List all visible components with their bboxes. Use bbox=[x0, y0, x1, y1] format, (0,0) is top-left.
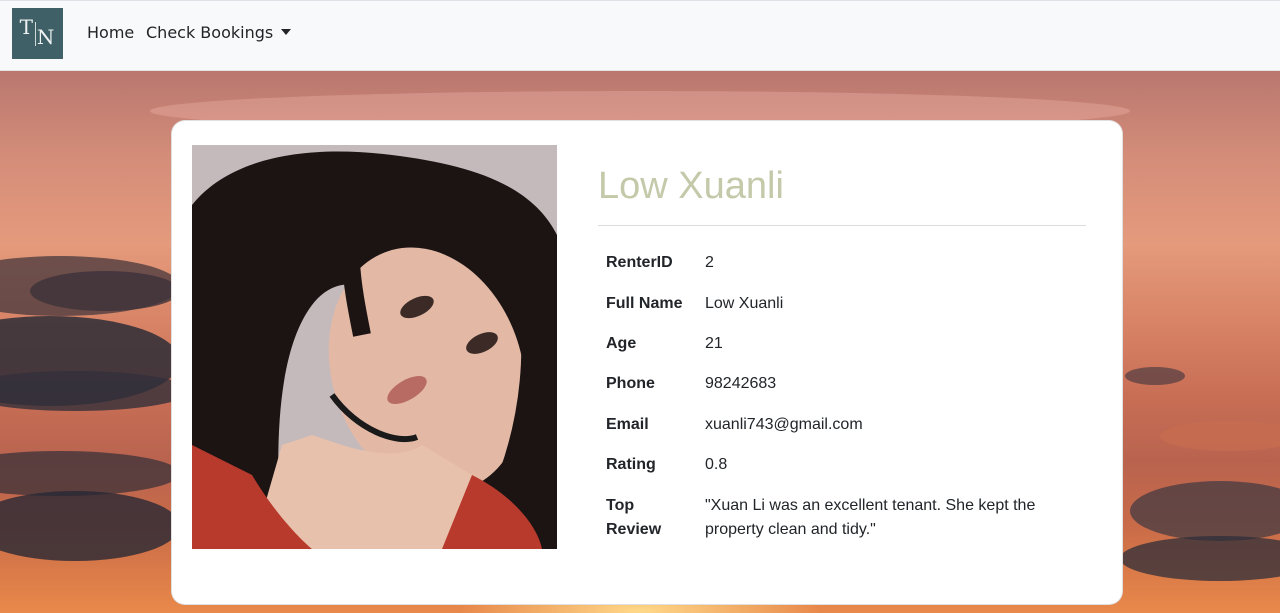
detail-label: RenterID bbox=[606, 254, 673, 271]
portrait-placeholder bbox=[192, 145, 557, 549]
renter-photo bbox=[192, 145, 557, 549]
renter-name-heading: Low Xuanli bbox=[598, 165, 784, 207]
detail-value: Low Xuanli bbox=[705, 295, 784, 312]
navbar: TN Home Check Bookings bbox=[0, 0, 1280, 71]
detail-value: 21 bbox=[705, 335, 723, 352]
check-bookings-dropdown[interactable]: Check Bookings bbox=[146, 23, 292, 42]
detail-value: xuanli743@gmail.com bbox=[705, 416, 863, 433]
detail-label: Phone bbox=[606, 375, 655, 392]
brand-logo[interactable]: TN bbox=[12, 8, 63, 59]
check-bookings-label: Check Bookings bbox=[146, 23, 274, 42]
detail-value: 2 bbox=[705, 254, 714, 271]
detail-label: Full Name bbox=[606, 295, 683, 312]
logo-mark: TN bbox=[19, 15, 56, 49]
nav-home-link[interactable]: Home bbox=[87, 23, 134, 42]
caret-down-icon bbox=[281, 29, 292, 35]
detail-value: "Xuan Li was an excellent tenant. She ke… bbox=[705, 497, 1036, 538]
detail-value: 0.8 bbox=[705, 456, 728, 473]
detail-label: Email bbox=[606, 416, 649, 433]
heading-divider bbox=[598, 225, 1086, 226]
detail-label: Top Review bbox=[606, 497, 662, 538]
detail-value: 98242683 bbox=[705, 375, 777, 392]
detail-label: Age bbox=[606, 335, 637, 352]
renter-profile-card: Low Xuanli RenterID 2 Full Name Low Xuan… bbox=[171, 120, 1123, 605]
detail-label: Rating bbox=[606, 456, 656, 473]
